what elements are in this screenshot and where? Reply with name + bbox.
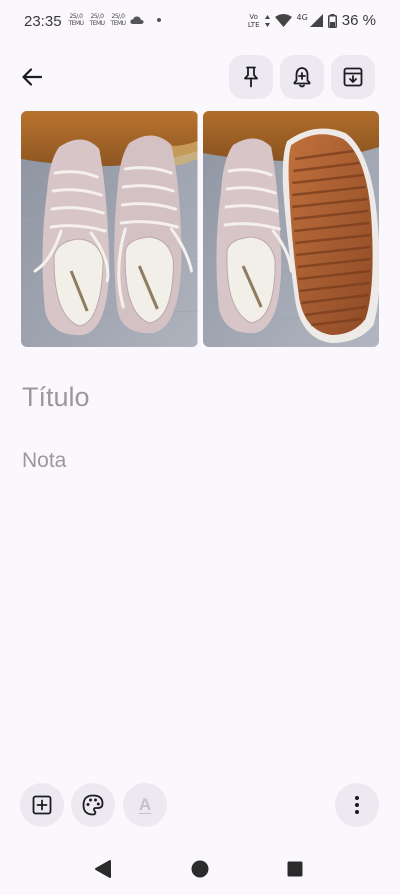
text-format-button[interactable]: A — [123, 783, 167, 827]
palette-icon — [82, 794, 104, 816]
text-format-icon: A — [138, 795, 152, 814]
shoe-photo-top-view[interactable] — [21, 111, 198, 347]
more-vert-icon — [355, 796, 359, 814]
title-input[interactable]: Título — [22, 382, 378, 413]
temu-notification-icon: 25/,0 TEMU — [89, 13, 105, 27]
nav-back-triangle-icon[interactable] — [94, 859, 112, 879]
data-arrows-icon — [264, 14, 270, 27]
pin-icon — [244, 66, 258, 88]
archive-button[interactable] — [331, 55, 375, 99]
more-notifications-dot — [157, 18, 161, 22]
add-content-button[interactable] — [20, 783, 64, 827]
add-box-icon — [32, 795, 52, 815]
shoes-sole-view-image — [202, 111, 379, 347]
bell-plus-icon — [293, 67, 311, 88]
status-bar: 23:35 25/,0 TEMU 25/,0 TEMU 25/,0 TEMU V… — [0, 0, 400, 44]
shoes-top-view-image — [21, 111, 198, 347]
network-type: 4G — [296, 13, 308, 22]
system-nav-bar — [0, 850, 400, 890]
shoe-photo-sole-view[interactable] — [202, 111, 379, 347]
temu-notification-icon: 25/,0 TEMU — [68, 13, 84, 27]
system-status: Vo LTE 4G 36 % — [248, 12, 376, 29]
note-images — [21, 111, 379, 347]
signal-icon — [309, 14, 323, 27]
volte-icon: Vo LTE — [247, 12, 260, 29]
top-app-bar — [0, 55, 400, 99]
nav-recents-square-icon[interactable] — [287, 861, 303, 877]
background-options-button[interactable] — [71, 783, 115, 827]
reminder-button[interactable] — [280, 55, 324, 99]
temu-notification-icon: 25/,0 TEMU — [110, 13, 126, 27]
note-body-input[interactable]: Nota — [22, 449, 378, 473]
wifi-icon — [274, 14, 292, 27]
cloud-icon — [130, 16, 144, 24]
battery-percent: 36 % — [341, 12, 376, 29]
notification-icons: 25/,0 TEMU 25/,0 TEMU 25/,0 TEMU — [67, 13, 161, 27]
pin-button[interactable] — [229, 55, 273, 99]
status-time: 23:35 — [24, 13, 62, 30]
archive-icon — [343, 67, 363, 87]
battery-icon — [327, 13, 337, 28]
back-button[interactable] — [12, 57, 52, 97]
nav-home-circle-icon[interactable] — [191, 860, 209, 878]
bottom-toolbar: A — [0, 783, 400, 827]
more-options-button[interactable] — [335, 783, 379, 827]
arrow-left-icon — [22, 68, 42, 86]
